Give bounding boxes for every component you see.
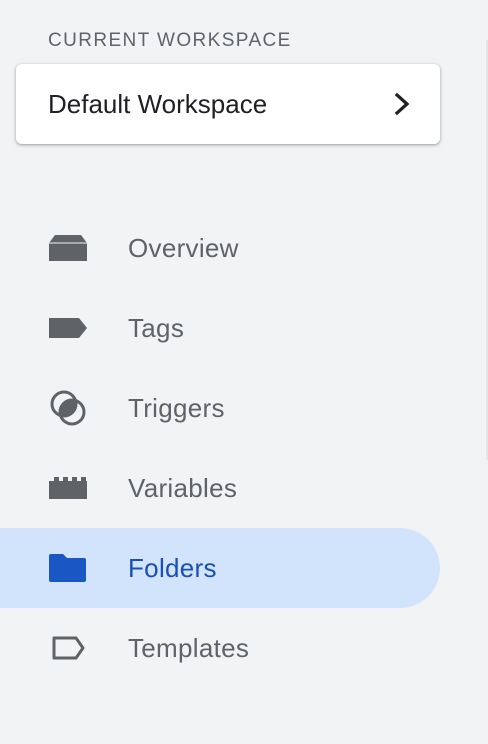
chevron-right-icon [392,92,412,116]
overview-icon [48,228,88,268]
folder-icon [48,548,88,588]
sidebar-item-label: Overview [128,232,239,263]
sidebar-item-label: Folders [128,552,217,583]
current-workspace-label: CURRENT WORKSPACE [48,30,292,51]
sidebar-item-label: Tags [128,312,185,343]
sidebar-item-triggers[interactable]: Triggers [0,368,440,448]
sidebar-nav: Overview Tags Triggers Variables Folders… [0,208,440,688]
workspace-name: Default Workspace [48,88,268,119]
sidebar-item-label: Templates [128,632,250,663]
sidebar-item-label: Triggers [128,392,225,423]
workspace-selector[interactable]: Default Workspace [16,64,440,144]
triggers-icon [48,388,88,428]
variables-icon [48,468,88,508]
tag-icon [48,308,88,348]
sidebar-item-folders[interactable]: Folders [0,528,440,608]
sidebar-item-overview[interactable]: Overview [0,208,440,288]
sidebar-item-tags[interactable]: Tags [0,288,440,368]
sidebar-item-variables[interactable]: Variables [0,448,440,528]
sidebar-item-templates[interactable]: Templates [0,608,440,688]
sidebar-item-label: Variables [128,472,238,503]
template-icon [48,628,88,668]
